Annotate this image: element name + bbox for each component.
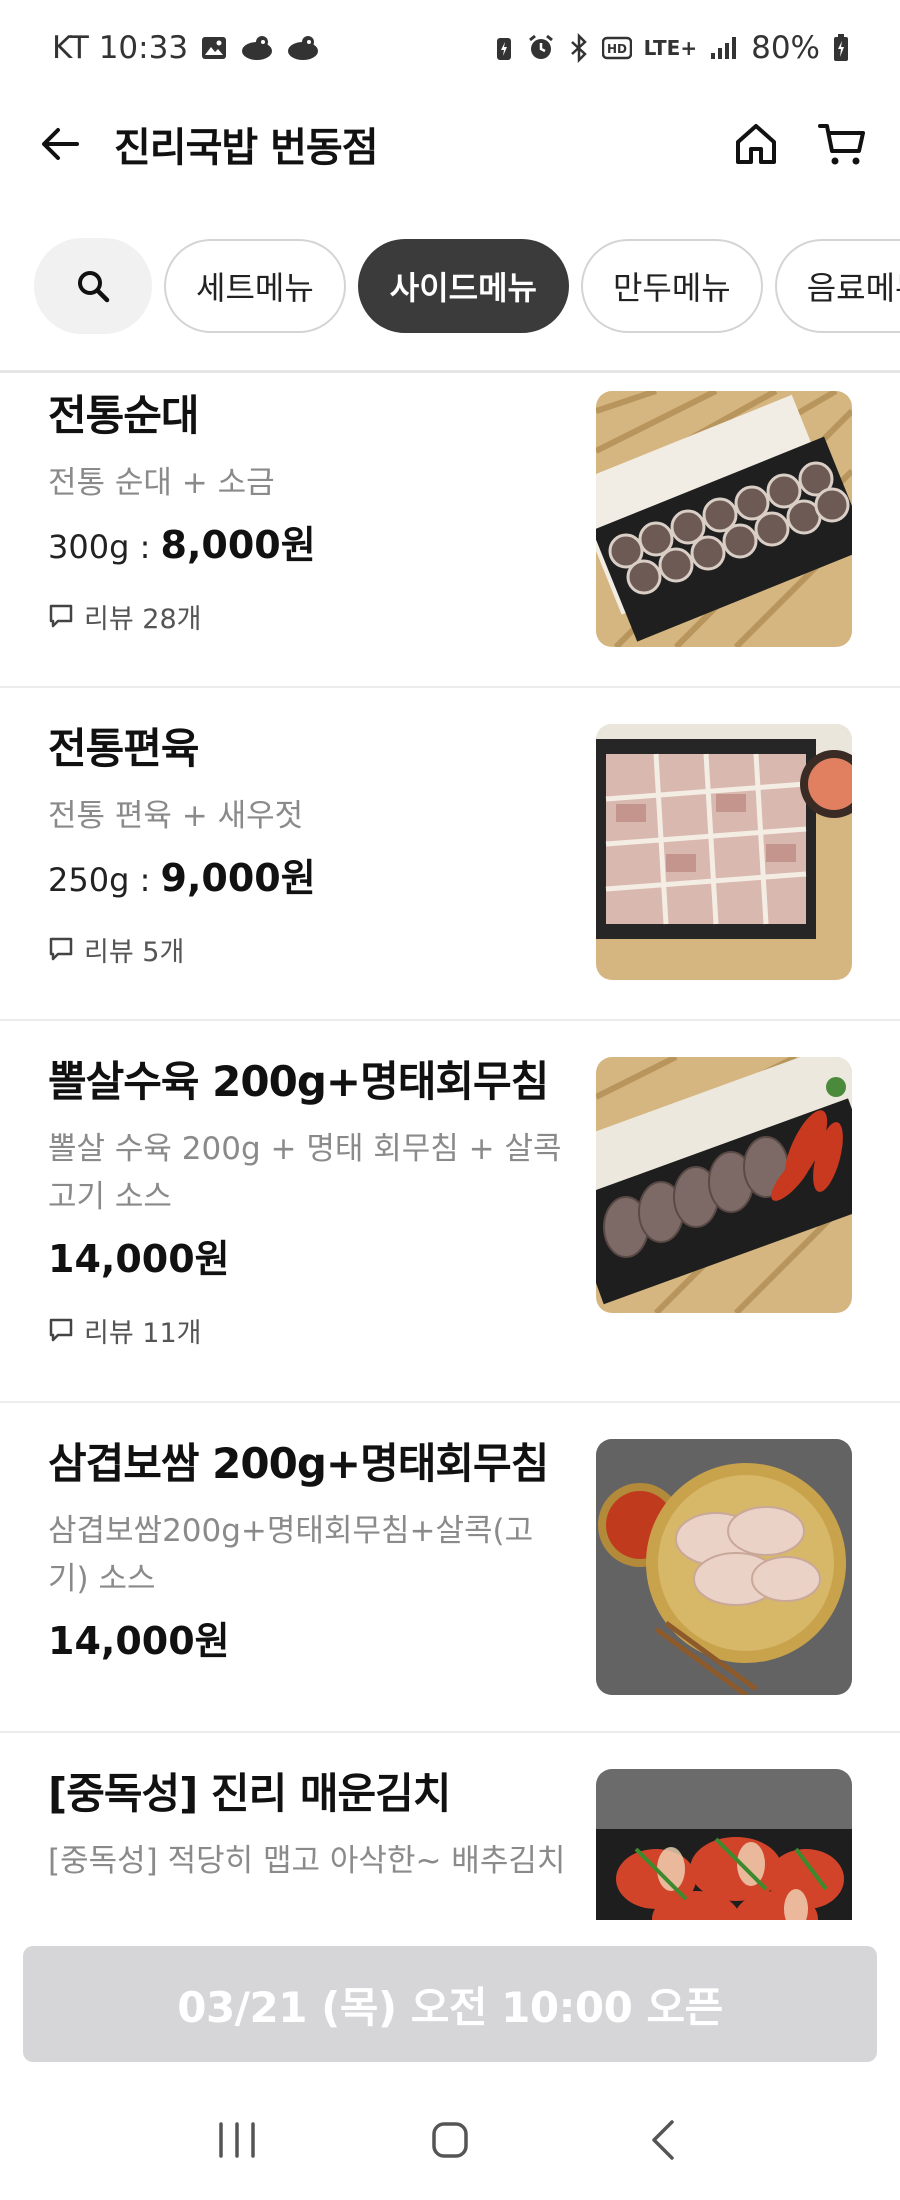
menu-search-button[interactable] (34, 238, 152, 334)
hd-voice-icon: HD (601, 35, 632, 61)
menu-item-review-count: 리뷰 11개 (84, 1317, 202, 1349)
status-right: HD LTE+ 80% (494, 30, 850, 66)
recent-apps-icon (218, 2122, 255, 2158)
menu-item-review: 리뷰 11개 (48, 1311, 568, 1350)
network-type: LTE+ (643, 36, 698, 60)
cart-button[interactable] (814, 116, 870, 172)
menu-item-info: 뽈살수육 200g+명태회무침 뽈살 수육 200g + 명태 회무침 + 살콕… (48, 1057, 568, 1350)
menu-item-weight: 250g (48, 861, 130, 900)
home-icon (736, 124, 776, 164)
app-header: 진리국밥 번동점 (0, 96, 900, 192)
menu-item-price: 300g : 8,000원 (48, 523, 568, 569)
menu-item-description: 전통 편육 + 새우젓 (48, 798, 304, 835)
alarm-icon (526, 33, 556, 63)
page-title: 진리국밥 번동점 (114, 125, 379, 171)
tab-set-menu[interactable]: 세트메뉴 (164, 239, 346, 333)
tab-drink-menu[interactable]: 음료메뉴 (774, 239, 900, 333)
category-tabs: 세트메뉴 사이드메뉴 만두메뉴 음료메뉴 (34, 236, 900, 336)
battery-percent: 80% (751, 30, 820, 66)
signal-icon (709, 35, 739, 61)
menu-item-name: 전통순대 (48, 391, 200, 440)
menu-item[interactable]: 삼겹보쌈 200g+명태회무침 삼겹보쌈200g+명태회무침+살콕(고기) 소스… (0, 1403, 900, 1733)
menu-item-name: 뽈살수육 200g+명태회무침 (48, 1057, 549, 1106)
carrier-time: KT 10:33 (52, 30, 189, 66)
app-notification-icon-2 (286, 34, 320, 62)
svg-text:HD: HD (607, 42, 627, 56)
status-bar: KT 10:33 HD LTE+ 80% (0, 0, 900, 96)
menu-item-amount: 9,000원 (160, 856, 316, 901)
tab-dumpling-menu[interactable]: 만두메뉴 (580, 239, 763, 333)
pyeonyuk-photo[interactable] (596, 724, 852, 980)
price-separator: : (129, 861, 161, 900)
menu-item-amount: 8,000원 (160, 523, 316, 568)
home-nav-button[interactable] (410, 2100, 490, 2180)
menu-item[interactable]: [중독성] 진리 매운김치 [중독성] 적당히 맵고 아삭한~ 배추김치 (0, 1733, 900, 1920)
chevron-left-icon (652, 2120, 675, 2160)
cart-icon (818, 124, 865, 165)
bluetooth-icon (568, 33, 590, 63)
comment-icon (49, 605, 73, 628)
menu-item-review: 리뷰 28개 (48, 597, 568, 636)
open-time-button[interactable]: 03/21 (목) 오전 10:00 오픈 (23, 1946, 877, 2062)
menu-list: 전통순대 전통 순대 + 소금 300g : 8,000원 리뷰 28개 전통편… (0, 373, 900, 1920)
menu-item-info: 전통순대 전통 순대 + 소금 300g : 8,000원 리뷰 28개 (48, 391, 568, 636)
back-button[interactable] (36, 120, 84, 168)
menu-item-review-count: 리뷰 5개 (84, 936, 185, 968)
menu-item-name: 삼겹보쌈 200g+명태회무침 (48, 1439, 549, 1488)
menu-item-description: 전통 순대 + 소금 (48, 465, 275, 502)
comment-icon (49, 1319, 73, 1342)
menu-item-amount: 14,000원 (48, 1237, 230, 1282)
soondae-photo[interactable] (596, 391, 852, 647)
menu-item-price: 250g : 9,000원 (48, 856, 568, 902)
menu-item-description: [중독성] 적당히 맵고 아삭한~ 배추김치 (48, 1843, 566, 1880)
system-nav-bar (0, 2080, 900, 2200)
gallery-notification-icon (200, 34, 228, 62)
home-button[interactable] (728, 116, 784, 172)
menu-item-info: [중독성] 진리 매운김치 [중독성] 적당히 맵고 아삭한~ 배추김치 (48, 1769, 568, 1885)
recent-apps-button[interactable] (197, 2100, 277, 2180)
menu-item-price: 14,000원 (48, 1237, 568, 1283)
battery-charging-icon (832, 33, 850, 63)
menu-item-weight: 300g (48, 528, 130, 567)
menu-item-price: 14,000원 (48, 1619, 568, 1665)
bossam-photo[interactable] (596, 1439, 852, 1695)
menu-item-review: 리뷰 5개 (48, 930, 568, 969)
menu-item[interactable]: 전통편육 전통 편육 + 새우젓 250g : 9,000원 리뷰 5개 (0, 688, 900, 1021)
menu-item-amount: 14,000원 (48, 1619, 230, 1664)
menu-item-name: [중독성] 진리 매운김치 (48, 1769, 451, 1818)
status-left: KT 10:33 (52, 30, 320, 66)
kimchi-photo[interactable] (596, 1769, 852, 1920)
menu-item[interactable]: 전통순대 전통 순대 + 소금 300g : 8,000원 리뷰 28개 (0, 373, 900, 688)
ppolsal-suyuk-photo[interactable] (596, 1057, 852, 1313)
home-nav-icon (432, 2122, 468, 2158)
back-nav-button[interactable] (623, 2100, 703, 2180)
menu-item-description: 뽈살 수육 200g + 명태 회무침 + 살콕 고기 소스 (48, 1131, 562, 1216)
menu-item-review-count: 리뷰 28개 (84, 603, 202, 635)
price-separator: : (129, 528, 161, 567)
search-icon (78, 271, 110, 303)
arrow-left-icon (42, 128, 79, 160)
tab-side-menu[interactable]: 사이드메뉴 (357, 239, 569, 333)
menu-item[interactable]: 뽈살수육 200g+명태회무침 뽈살 수육 200g + 명태 회무침 + 살콕… (0, 1021, 900, 1403)
battery-saver-icon (494, 34, 514, 62)
menu-item-description: 삼겹보쌈200g+명태회무침+살콕(고기) 소스 (48, 1513, 534, 1598)
menu-item-name: 전통편육 (48, 724, 200, 773)
comment-icon (49, 938, 73, 961)
menu-item-info: 전통편육 전통 편육 + 새우젓 250g : 9,000원 리뷰 5개 (48, 724, 568, 969)
menu-item-info: 삼겹보쌈 200g+명태회무침 삼겹보쌈200g+명태회무침+살콕(고기) 소스… (48, 1439, 568, 1665)
order-bar: 03/21 (목) 오전 10:00 오픈 (0, 1920, 900, 2062)
app-notification-icon (240, 34, 274, 62)
